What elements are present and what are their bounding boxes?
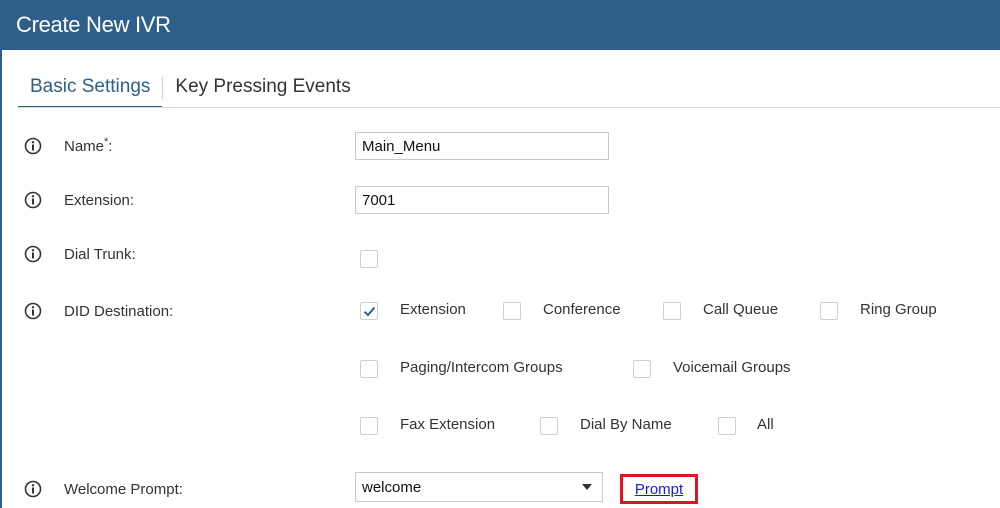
tab-key-pressing-events[interactable]: Key Pressing Events <box>163 76 362 106</box>
did-option-ring-group-checkbox[interactable] <box>820 302 838 320</box>
welcome-prompt-select[interactable]: welcome <box>355 472 603 502</box>
name-row-label: Name*: <box>24 135 113 155</box>
did-option-extension-checkbox[interactable] <box>360 302 378 320</box>
triangle-down-icon[interactable] <box>572 473 602 501</box>
name-label: Name*: <box>64 135 113 155</box>
info-icon[interactable] <box>24 480 42 498</box>
info-icon[interactable] <box>24 137 42 155</box>
did-option-ring-group-label: Ring Group <box>860 301 937 318</box>
did-option-paging-intercom-checkbox[interactable] <box>360 360 378 378</box>
did-destination-label: DID Destination: <box>64 302 174 320</box>
did-option-fax-extension-checkbox[interactable] <box>360 417 378 435</box>
prompt-link[interactable]: Prompt <box>635 481 683 498</box>
info-icon[interactable] <box>24 191 42 209</box>
tab-bar: Basic Settings Key Pressing Events <box>18 76 363 108</box>
welcome-prompt-row-label: Welcome Prompt: <box>24 480 183 498</box>
info-icon[interactable] <box>24 302 42 320</box>
extension-label: Extension: <box>64 191 135 209</box>
prompt-link-highlight: Prompt <box>620 474 698 504</box>
did-option-conference-checkbox[interactable] <box>503 302 521 320</box>
dial-trunk-checkbox[interactable] <box>360 250 378 268</box>
did-option-dial-by-name-checkbox[interactable] <box>540 417 558 435</box>
name-field[interactable] <box>355 132 609 160</box>
checkmark-icon <box>363 306 376 317</box>
welcome-prompt-selected-value: welcome <box>362 479 422 496</box>
did-option-paging-intercom-label: Paging/Intercom Groups <box>400 359 563 376</box>
did-option-all-checkbox[interactable] <box>718 417 736 435</box>
did-destination-row-label: DID Destination: <box>24 302 173 320</box>
did-option-call-queue-checkbox[interactable] <box>663 302 681 320</box>
dialog-title: Create New IVR <box>0 0 1000 50</box>
extension-field[interactable] <box>355 186 609 214</box>
info-icon[interactable] <box>24 245 42 263</box>
did-option-fax-extension-label: Fax Extension <box>400 416 496 433</box>
extension-row-label: Extension: <box>24 191 134 209</box>
dial-trunk-label: Dial Trunk: <box>64 245 136 263</box>
did-option-call-queue-label: Call Queue <box>703 301 779 318</box>
tab-underline <box>18 107 1000 108</box>
did-option-voicemail-groups-checkbox[interactable] <box>633 360 651 378</box>
welcome-prompt-label: Welcome Prompt: <box>64 480 183 498</box>
did-option-all-label: All <box>757 416 774 433</box>
did-option-dial-by-name-label: Dial By Name <box>580 416 672 433</box>
dial-trunk-row-label: Dial Trunk: <box>24 245 136 263</box>
tab-basic-settings[interactable]: Basic Settings <box>18 76 163 108</box>
did-option-voicemail-groups-label: Voicemail Groups <box>673 359 791 376</box>
did-option-conference-label: Conference <box>543 301 621 318</box>
did-option-extension-label: Extension <box>400 301 466 318</box>
